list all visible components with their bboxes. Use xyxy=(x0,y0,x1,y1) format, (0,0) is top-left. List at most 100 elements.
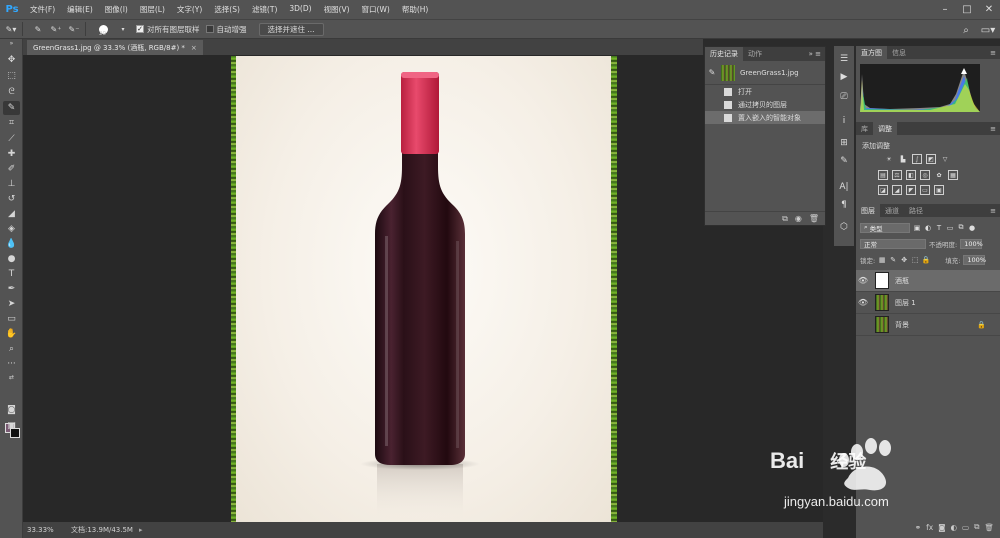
new-selection-icon[interactable]: ✎ xyxy=(31,22,45,36)
filter-pixel-icon[interactable]: ▣ xyxy=(913,224,921,232)
history-snapshot[interactable]: ✎ GreenGrass1.jpg xyxy=(705,61,825,85)
filter-adjustment-icon[interactable]: ◐ xyxy=(924,224,932,232)
quick-mask-icon[interactable]: ◙ xyxy=(3,403,20,417)
info-dock-icon[interactable]: i xyxy=(837,114,851,128)
tab-history[interactable]: 历史记录 xyxy=(705,47,743,61)
menu-item[interactable]: 窗口(W) xyxy=(356,4,396,15)
toolbar-collapse-icon[interactable]: » xyxy=(3,36,20,50)
lasso-tool-icon[interactable]: ᘓ xyxy=(3,85,20,99)
zoom-tool-icon[interactable]: ⌕ xyxy=(3,342,20,356)
posterize-icon[interactable]: ◢ xyxy=(892,185,902,195)
subtract-from-selection-icon[interactable]: ✎⁻ xyxy=(67,22,81,36)
channel-mixer-icon[interactable]: ✿ xyxy=(934,170,944,180)
brush-settings-dock-icon[interactable]: ✎ xyxy=(837,154,851,168)
tab-adjustments[interactable]: 调整 xyxy=(873,122,897,135)
menu-item[interactable]: 图层(L) xyxy=(134,4,171,15)
hue-saturation-icon[interactable]: ▤ xyxy=(878,170,888,180)
layer-row[interactable]: 背景 🔒 xyxy=(856,314,1000,336)
marquee-tool-icon[interactable]: ⬚ xyxy=(3,69,20,83)
delete-state-icon[interactable]: 🗑 xyxy=(809,214,819,223)
menu-item[interactable]: 3D(D) xyxy=(283,4,317,15)
new-group-icon[interactable]: ▭ xyxy=(962,523,969,532)
3d-dock-icon[interactable]: ⬡ xyxy=(837,220,851,234)
opacity-input[interactable]: 100% xyxy=(960,238,983,249)
vibrance-icon[interactable]: ▽ xyxy=(940,154,950,164)
eyedropper-tool-icon[interactable]: ⟋ xyxy=(3,132,20,146)
search-icon[interactable]: ⌕ xyxy=(958,22,974,38)
lock-artboard-icon[interactable]: ⬚ xyxy=(911,256,919,264)
properties-dock-icon[interactable]: ⎚ xyxy=(837,90,851,104)
zoom-level[interactable]: 33.33% xyxy=(27,526,67,534)
lock-transparent-icon[interactable]: ▦ xyxy=(878,256,886,264)
path-selection-tool-icon[interactable]: ➤ xyxy=(3,297,20,311)
layer-visibility-icon[interactable]: 👁 xyxy=(856,276,870,285)
color-balance-icon[interactable]: ⚖ xyxy=(892,170,902,180)
delete-layer-icon[interactable]: 🗑 xyxy=(984,523,994,532)
sample-all-layers-checkbox[interactable]: ✓ xyxy=(136,25,144,33)
paragraph-dock-icon[interactable]: ¶ xyxy=(837,198,851,212)
layer-style-icon[interactable]: fx xyxy=(926,523,933,532)
adjust-dock-icon[interactable]: ⊞ xyxy=(837,136,851,150)
brush-size-picker[interactable]: 20 xyxy=(94,22,112,37)
menu-item[interactable]: 视图(V) xyxy=(318,4,356,15)
tab-histogram[interactable]: 直方图 xyxy=(856,46,887,59)
gradient-map-icon[interactable]: ▭ xyxy=(920,185,930,195)
type-tool-icon[interactable]: T xyxy=(3,267,20,281)
menu-item[interactable]: 帮助(H) xyxy=(396,4,435,15)
history-source-icon[interactable]: ✎ xyxy=(705,68,719,77)
blend-mode-select[interactable]: 正常 xyxy=(860,238,926,249)
tool-preset-picker[interactable]: ✎▾ xyxy=(4,22,18,36)
filter-shape-icon[interactable]: ▭ xyxy=(946,224,954,232)
new-document-from-state-icon[interactable]: ⧉ xyxy=(782,214,788,224)
photo-filter-icon[interactable]: ◎ xyxy=(920,170,930,180)
minimize-icon[interactable]: – xyxy=(934,0,956,19)
history-state[interactable]: 置入嵌入的智能对象 xyxy=(705,111,825,124)
paint-bucket-tool-icon[interactable]: ◈ xyxy=(3,222,20,236)
history-brush-tool-icon[interactable]: ↺ xyxy=(3,192,20,206)
new-adjustment-layer-icon[interactable]: ◐ xyxy=(950,523,957,532)
more-tools-icon[interactable]: ··· xyxy=(3,357,20,371)
invert-icon[interactable]: ◪ xyxy=(878,185,888,195)
new-snapshot-icon[interactable]: ◉ xyxy=(795,214,802,223)
document-canvas[interactable] xyxy=(236,56,612,525)
auto-enhance-checkbox[interactable] xyxy=(205,25,214,33)
menu-item[interactable]: 滤镜(T) xyxy=(246,4,283,15)
menu-item[interactable]: 编辑(E) xyxy=(61,4,99,15)
close-tab-icon[interactable]: × xyxy=(191,44,197,52)
eraser-tool-icon[interactable]: ◢ xyxy=(3,207,20,221)
exposure-icon[interactable]: ◩ xyxy=(926,154,936,164)
canvas-area[interactable] xyxy=(23,55,823,525)
add-to-selection-icon[interactable]: ✎⁺ xyxy=(49,22,63,36)
tab-layers[interactable]: 图层 xyxy=(856,204,880,217)
rectangle-tool-icon[interactable]: ▭ xyxy=(3,312,20,326)
status-menu-icon[interactable]: ▸ xyxy=(139,526,143,534)
adjustments-menu-icon[interactable]: ≡ xyxy=(986,122,1000,135)
black-white-icon[interactable]: ◧ xyxy=(906,170,916,180)
select-and-mask-button[interactable]: 选择并遮住 ... xyxy=(258,22,324,36)
close-window-icon[interactable]: ✕ xyxy=(978,0,1000,19)
tab-channels[interactable]: 通道 xyxy=(880,204,904,217)
curves-icon[interactable]: ∫ xyxy=(912,154,922,164)
screen-mode-icon[interactable]: ▣ xyxy=(3,419,20,433)
document-tab[interactable]: GreenGrass1.jpg @ 33.3% (酒瓶, RGB/8#) * × xyxy=(27,40,203,55)
color-lookup-icon[interactable]: ▦ xyxy=(948,170,958,180)
pen-tool-icon[interactable]: ✒ xyxy=(3,282,20,296)
character-dock-icon[interactable]: A| xyxy=(837,180,851,194)
tab-libraries[interactable]: 库 xyxy=(856,122,873,135)
move-tool-icon[interactable]: ✥ xyxy=(3,53,20,67)
history-dock-icon[interactable]: ☰ xyxy=(837,52,851,66)
hand-tool-icon[interactable]: ✋ xyxy=(3,327,20,341)
clone-stamp-tool-icon[interactable]: ⊥ xyxy=(3,177,20,191)
filter-smart-object-icon[interactable]: ⧉ xyxy=(957,223,965,232)
layer-filter-select[interactable]: ⌕ 类型 xyxy=(860,222,910,233)
actions-dock-icon[interactable]: ▶ xyxy=(837,70,851,84)
menu-item[interactable]: 选择(S) xyxy=(208,4,246,15)
maximize-icon[interactable]: □ xyxy=(956,0,978,19)
quick-selection-tool-icon[interactable]: ✎ xyxy=(3,101,20,115)
lock-image-icon[interactable]: ✎ xyxy=(889,256,897,264)
brush-tool-icon[interactable]: ✐ xyxy=(3,162,20,176)
brush-size-dropdown-icon[interactable]: ▾ xyxy=(116,22,130,36)
levels-icon[interactable]: ▙ xyxy=(898,154,908,164)
layer-row[interactable]: 👁 酒瓶 xyxy=(856,270,1000,292)
menu-item[interactable]: 文字(Y) xyxy=(171,4,208,15)
